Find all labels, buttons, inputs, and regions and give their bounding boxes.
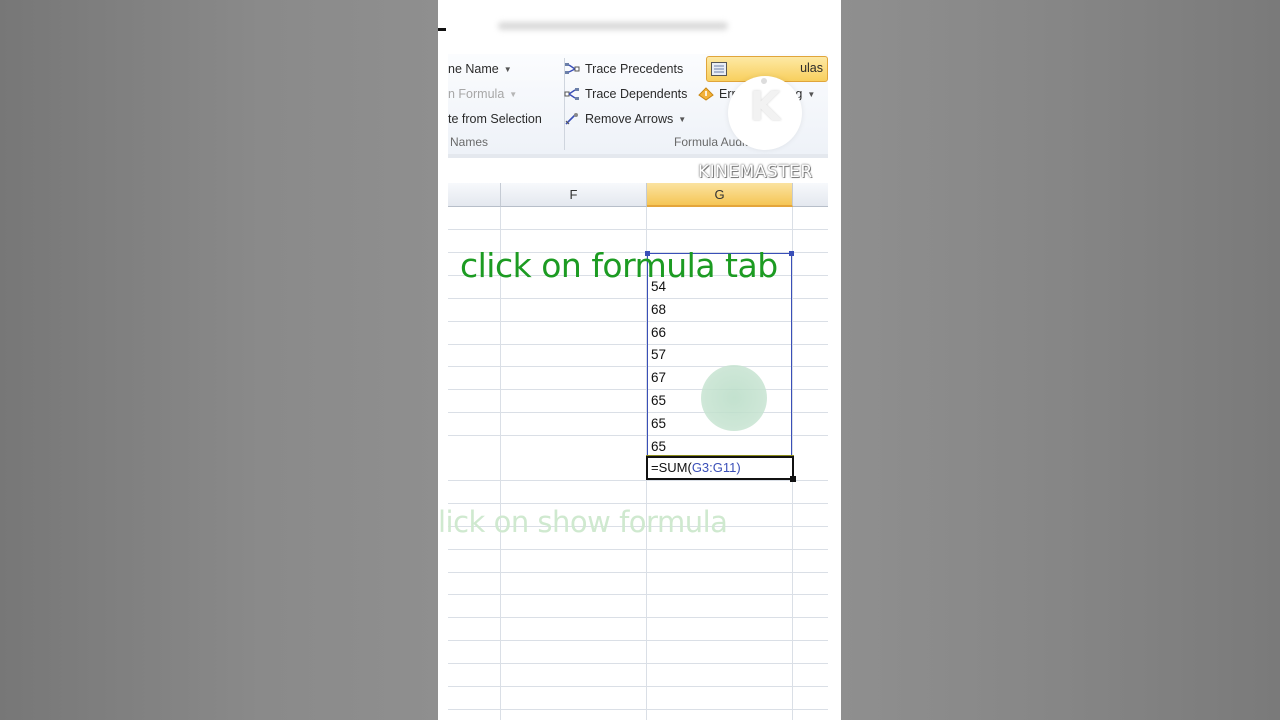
caption-click-on-show-formula: lick on show formula: [438, 505, 728, 539]
cell-g11[interactable]: 65: [651, 439, 666, 454]
chevron-down-icon: ▼: [509, 89, 518, 99]
trace-dependents-button[interactable]: Trace Dependents: [564, 87, 687, 101]
range-handle[interactable]: [789, 251, 794, 256]
grid-line: [448, 572, 828, 573]
grid-line: [448, 549, 828, 550]
trace-dependents-icon: [564, 87, 580, 101]
cell-g6[interactable]: 66: [651, 325, 666, 340]
caption-click-on-formula-tab: click on formula tab: [460, 246, 778, 285]
trace-precedents-label: Trace Precedents: [585, 62, 684, 76]
remove-arrows-button[interactable]: Remove Arrows ▼: [564, 112, 686, 126]
column-letter: F: [569, 187, 578, 202]
column-header-g[interactable]: G: [647, 183, 793, 207]
column-letter: G: [714, 186, 725, 202]
column-header-e[interactable]: [448, 183, 501, 207]
cell-g9[interactable]: 65: [651, 393, 666, 408]
video-frame: ne Name ▼ n Formula ▼ te from Selection …: [438, 0, 841, 720]
cell-g5[interactable]: 68: [651, 302, 666, 317]
kinemaster-logo: K: [728, 76, 802, 150]
grid-line: [448, 594, 828, 595]
column-header-f[interactable]: F: [501, 183, 647, 207]
trace-precedents-button[interactable]: Trace Precedents: [564, 62, 683, 76]
sum-formula: =SUM(G3:G11): [651, 460, 741, 475]
touch-indicator: [701, 365, 767, 431]
title-area: [438, 0, 841, 52]
edge-mark: [438, 28, 446, 31]
fill-handle[interactable]: [790, 476, 796, 482]
define-name-button[interactable]: ne Name ▼: [448, 62, 512, 76]
kinemaster-watermark: KINEMASTER: [698, 162, 813, 182]
remove-arrows-icon: [564, 112, 580, 126]
define-name-label: ne Name: [448, 62, 499, 76]
cell-g7[interactable]: 57: [651, 347, 666, 362]
logo-letter: K: [749, 84, 781, 130]
grid-line: [448, 503, 828, 504]
formulas-ribbon: ne Name ▼ n Formula ▼ te from Selection …: [448, 54, 828, 182]
cell-g10[interactable]: 65: [651, 416, 666, 431]
grid-line: [448, 480, 828, 481]
chevron-down-icon: ▼: [807, 89, 816, 99]
ribbon-shadow: [448, 154, 828, 158]
grid-line: [448, 640, 828, 641]
grid-line: [448, 686, 828, 687]
right-blurred-background: [841, 0, 1280, 720]
error-checking-icon: [698, 87, 714, 101]
grid-line: [448, 229, 828, 230]
grid-line: [448, 663, 828, 664]
active-cell-g12[interactable]: =SUM(G3:G11): [646, 456, 794, 480]
left-blurred-background: [0, 0, 438, 720]
remove-arrows-label: Remove Arrows: [585, 112, 674, 126]
column-header-h[interactable]: [793, 183, 828, 207]
show-formulas-icon: [711, 61, 727, 76]
use-in-formula-button[interactable]: n Formula ▼: [448, 87, 517, 101]
blurred-title: [498, 22, 728, 30]
create-from-selection-label: te from Selection: [448, 112, 542, 126]
cell-g8[interactable]: 67: [651, 370, 666, 385]
grid-line: [448, 709, 828, 710]
chevron-down-icon: ▼: [678, 114, 687, 124]
show-formulas-label: ulas: [800, 61, 823, 75]
grid-line: [448, 617, 828, 618]
trace-dependents-label: Trace Dependents: [585, 87, 688, 101]
create-from-selection-button[interactable]: te from Selection: [448, 112, 542, 126]
names-group-label: Names: [450, 135, 489, 149]
use-in-formula-label: n Formula: [448, 87, 505, 101]
trace-precedents-icon: [564, 62, 580, 76]
chevron-down-icon: ▼: [503, 64, 512, 74]
formula-range-reference: G3:G11: [691, 460, 737, 475]
